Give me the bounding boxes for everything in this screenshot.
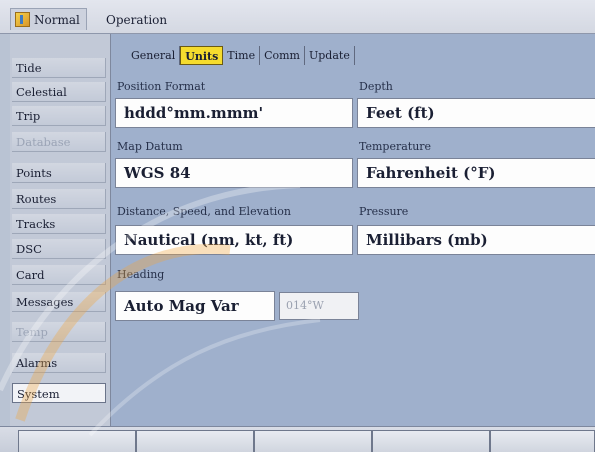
sidebar-item-alarms[interactable]: Alarms bbox=[12, 353, 106, 373]
sidebar-item-points[interactable]: Points bbox=[12, 163, 106, 183]
settings-tabs: General Units Time Comm Update bbox=[127, 46, 355, 65]
heading-label: Heading bbox=[117, 268, 165, 281]
position-format-field[interactable]: hddd°mm.mmm' bbox=[115, 98, 353, 128]
temperature-label: Temperature bbox=[359, 140, 432, 153]
position-format-label: Position Format bbox=[117, 80, 206, 93]
depth-field[interactable]: Feet (ft) bbox=[357, 98, 595, 128]
sidebar-menu: Tide Celestial Trip Database Points Rout… bbox=[10, 34, 110, 426]
sidebar-item-tide[interactable]: Tide bbox=[12, 58, 106, 78]
sidebar-item-card[interactable]: Card bbox=[12, 265, 106, 285]
magnetic-variation-field: 014°W bbox=[279, 292, 359, 320]
tab-comm[interactable]: Comm bbox=[260, 46, 305, 65]
soft-key-3[interactable] bbox=[254, 430, 372, 452]
sidebar-item-trip[interactable]: Trip bbox=[12, 106, 106, 126]
sidebar-item-dsc[interactable]: DSC bbox=[12, 239, 106, 259]
map-datum-field[interactable]: WGS 84 bbox=[115, 158, 353, 188]
distance-speed-elevation-label: Distance, Speed, and Elevation bbox=[117, 205, 291, 218]
tab-units[interactable]: Units bbox=[180, 46, 224, 65]
title-bar: Normal Operation bbox=[0, 0, 595, 34]
temperature-field[interactable]: Fahrenheit (°F) bbox=[357, 158, 595, 188]
tab-time[interactable]: Time bbox=[223, 46, 261, 65]
soft-key-4[interactable] bbox=[372, 430, 490, 452]
tab-update[interactable]: Update bbox=[305, 46, 355, 65]
heading-field[interactable]: Auto Mag Var bbox=[115, 291, 275, 321]
map-datum-label: Map Datum bbox=[117, 140, 183, 153]
depth-label: Depth bbox=[359, 80, 393, 93]
distance-speed-elevation-field[interactable]: Nautical (nm, kt, ft) bbox=[115, 225, 353, 255]
sidebar-item-temp: Temp bbox=[12, 322, 106, 342]
pressure-label: Pressure bbox=[359, 205, 409, 218]
sidebar-item-system[interactable]: System bbox=[12, 383, 106, 403]
tab-general[interactable]: General bbox=[127, 46, 181, 65]
pressure-field[interactable]: Millibars (mb) bbox=[357, 225, 595, 255]
soft-key-2[interactable] bbox=[136, 430, 254, 452]
soft-key-1[interactable] bbox=[18, 430, 136, 452]
mode-title: Operation bbox=[106, 13, 168, 27]
sidebar-item-celestial[interactable]: Celestial bbox=[12, 82, 106, 102]
soft-key-bar bbox=[0, 426, 595, 452]
garmin-app-icon bbox=[15, 12, 30, 27]
sidebar-item-routes[interactable]: Routes bbox=[12, 189, 106, 209]
app-name: Normal bbox=[34, 12, 80, 27]
sidebar-item-database: Database bbox=[12, 132, 106, 152]
units-settings-panel: General Units Time Comm Update Position … bbox=[110, 34, 595, 426]
app-title-tab: Normal bbox=[10, 8, 87, 30]
soft-key-5[interactable] bbox=[490, 430, 595, 452]
sidebar-item-tracks[interactable]: Tracks bbox=[12, 214, 106, 234]
sidebar-item-messages[interactable]: Messages bbox=[12, 292, 106, 312]
